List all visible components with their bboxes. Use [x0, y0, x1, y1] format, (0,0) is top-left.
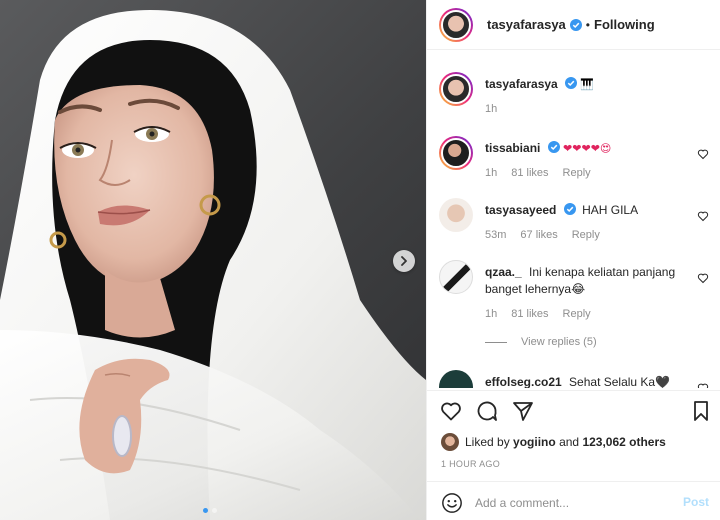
- verified-icon: [547, 141, 560, 153]
- comment-time: 1h: [485, 308, 498, 320]
- comment-input[interactable]: [475, 492, 665, 514]
- chevron-right-icon: [401, 256, 407, 266]
- reply-button[interactable]: Reply: [563, 165, 591, 182]
- likes-and: and: [559, 435, 580, 449]
- liker-avatar[interactable]: [441, 433, 459, 451]
- caption-username[interactable]: tasyafarasya: [485, 77, 558, 91]
- caption-avatar[interactable]: [439, 72, 473, 106]
- reply-button[interactable]: Reply: [572, 227, 600, 244]
- carousel-dot: [212, 508, 217, 513]
- add-comment-bar: Post: [427, 481, 720, 520]
- portrait-image: [0, 10, 426, 520]
- following-button[interactable]: Following: [594, 17, 655, 32]
- header-separator: •: [585, 17, 590, 32]
- liker-username[interactable]: yogiino: [513, 435, 556, 449]
- carousel-dot-active: [203, 508, 208, 513]
- comment-likes[interactable]: 67 likes: [520, 227, 557, 244]
- comment-heart-icon[interactable]: [697, 148, 709, 160]
- bookmark-icon[interactable]: [689, 399, 713, 423]
- comment-likes[interactable]: 81 likes: [511, 306, 548, 323]
- comment-text: HAH GILA: [582, 203, 639, 217]
- comment-time: 53m: [485, 229, 507, 241]
- verified-icon: [565, 77, 578, 89]
- emoji-icon[interactable]: [441, 492, 463, 514]
- comment-time: 1h: [485, 167, 498, 179]
- caption-time: 1h: [485, 103, 498, 115]
- comment-heart-icon[interactable]: [697, 272, 709, 284]
- heart-icon[interactable]: [439, 399, 463, 423]
- comment-username[interactable]: tissabiani: [485, 141, 540, 155]
- likes-count[interactable]: 123,062 others: [582, 435, 665, 449]
- comment-username[interactable]: effolseg.co21: [485, 375, 562, 388]
- view-replies-button[interactable]: View replies (5): [485, 336, 597, 348]
- comment-avatar[interactable]: [439, 136, 473, 170]
- post-timestamp: 1 HOUR AGO: [441, 459, 501, 469]
- post-photo[interactable]: [0, 0, 426, 520]
- author-avatar[interactable]: [439, 7, 473, 42]
- reply-button[interactable]: Reply: [563, 306, 591, 323]
- post-comment-button[interactable]: Post: [683, 495, 709, 509]
- comment-username[interactable]: tasyasayeed: [485, 203, 556, 217]
- carousel-dots: [203, 508, 217, 513]
- comment-avatar[interactable]: [439, 370, 473, 388]
- comment-username[interactable]: qzaa._: [485, 265, 522, 279]
- replies-divider: [485, 341, 507, 343]
- comment-heart-icon[interactable]: [697, 210, 709, 222]
- caption-text: 🎹: [580, 78, 595, 91]
- action-bar: [439, 399, 713, 425]
- comment-text: ❤❤❤❤😍: [563, 142, 612, 155]
- author-username[interactable]: tasyafarasya: [487, 17, 566, 32]
- comments-list: tasyafarasya 🎹 1h tissabiani ❤❤❤❤😍 1h 81…: [427, 60, 720, 388]
- comment-avatar[interactable]: [439, 198, 473, 232]
- instagram-post: tasyafarasya • Following tasyafarasya 🎹 …: [0, 0, 720, 520]
- verified-icon: [569, 18, 582, 31]
- likes-summary: Liked by yogiino and 123,062 others: [441, 433, 666, 451]
- share-icon[interactable]: [511, 399, 535, 423]
- post-header: tasyafarasya • Following: [427, 0, 720, 50]
- next-photo-button[interactable]: [393, 250, 415, 272]
- comment-avatar[interactable]: [439, 260, 473, 294]
- comment-text: Sehat Selalu Ka🖤: [569, 375, 671, 388]
- post-sidebar: tasyafarasya • Following tasyafarasya 🎹 …: [426, 0, 720, 520]
- view-replies-label: View replies (5): [521, 336, 597, 348]
- post-footer: Liked by yogiino and 123,062 others 1 HO…: [427, 390, 720, 520]
- comment-likes[interactable]: 81 likes: [511, 165, 548, 182]
- comment-icon[interactable]: [475, 399, 499, 423]
- verified-icon: [563, 203, 576, 215]
- likes-prefix: Liked by: [465, 435, 510, 449]
- comment-heart-icon[interactable]: [697, 382, 709, 388]
